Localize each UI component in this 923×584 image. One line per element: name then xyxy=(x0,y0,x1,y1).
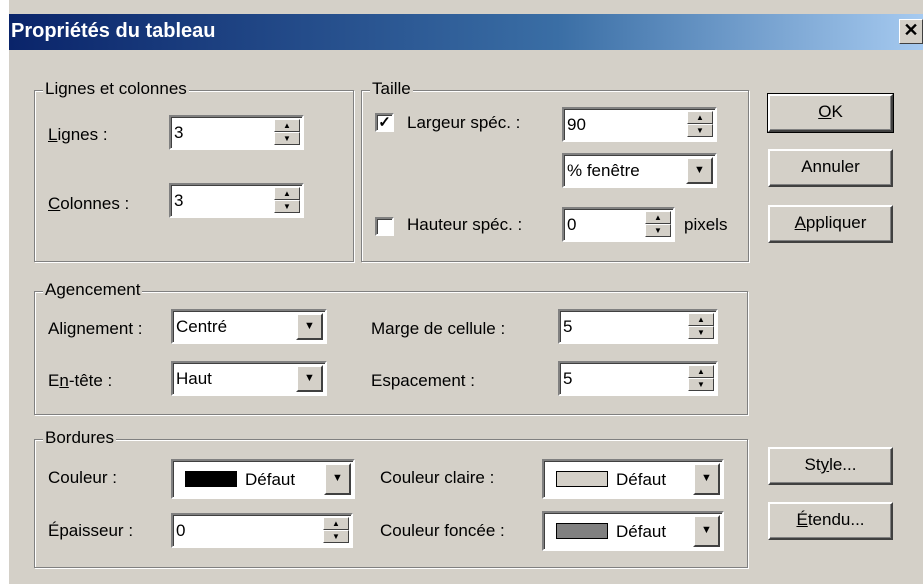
window-title: Propriétés du tableau xyxy=(11,20,216,42)
padding-spinner[interactable]: ▲ ▼ xyxy=(688,313,714,340)
color-swatch xyxy=(556,471,608,487)
height-unit-label: pixels xyxy=(684,215,728,234)
width-input[interactable]: 90 ▲ ▼ xyxy=(562,107,717,142)
dropdown-arrow-icon[interactable]: ▼ xyxy=(686,157,713,184)
ok-button[interactable]: OK xyxy=(767,93,894,133)
light-color-label: Couleur claire : xyxy=(380,468,495,487)
thickness-label: Épaisseur : xyxy=(48,521,134,540)
spin-up-icon: ▲ xyxy=(274,187,300,200)
height-spinner[interactable]: ▲ ▼ xyxy=(645,211,671,238)
columns-label: Colonnes : xyxy=(48,194,130,213)
spin-up-icon: ▲ xyxy=(274,119,300,132)
width-checkbox[interactable]: ✓ xyxy=(375,113,394,132)
dropdown-arrow-icon[interactable]: ▼ xyxy=(693,515,720,547)
cell-padding-input[interactable]: 5 ▲ ▼ xyxy=(558,309,718,344)
close-icon: ✕ xyxy=(903,20,919,40)
spacing-label: Espacement : xyxy=(371,371,475,390)
group-legend: Agencement xyxy=(43,280,143,300)
group-legend: Lignes et colonnes xyxy=(43,79,189,99)
thickness-input[interactable]: 0 ▲ ▼ xyxy=(171,513,353,548)
apply-button[interactable]: Appliquer xyxy=(768,205,893,243)
spin-down-icon: ▼ xyxy=(688,378,714,391)
group-size: Taille ✓ Largeur spéc. : 90 ▲ ▼ % fenêtre… xyxy=(361,79,749,262)
title-bar[interactable]: Propriétés du tableau ✕ xyxy=(9,14,923,50)
dropdown-arrow-icon[interactable]: ▼ xyxy=(693,463,720,495)
color-swatch xyxy=(556,523,608,539)
spin-up-icon: ▲ xyxy=(323,517,349,530)
light-color-select[interactable]: Défaut ▼ xyxy=(542,459,724,499)
width-label: Largeur spéc. : xyxy=(407,113,521,132)
rows-spinner[interactable]: ▲ ▼ xyxy=(274,119,300,146)
spacing-spinner[interactable]: ▲ ▼ xyxy=(688,365,714,392)
header-select[interactable]: Haut ▼ xyxy=(171,361,327,396)
width-spinner[interactable]: ▲ ▼ xyxy=(687,111,713,138)
header-label: En-tête : xyxy=(48,371,113,390)
height-input[interactable]: 0 ▲ ▼ xyxy=(562,207,675,242)
dropdown-arrow-icon[interactable]: ▼ xyxy=(296,365,323,392)
spin-down-icon: ▼ xyxy=(645,224,671,237)
spacing-input[interactable]: 5 ▲ ▼ xyxy=(558,361,718,396)
group-legend: Taille xyxy=(370,79,413,99)
spin-up-icon: ▲ xyxy=(645,211,671,224)
alignment-label: Alignement : xyxy=(48,319,143,338)
spin-up-icon: ▲ xyxy=(687,111,713,124)
height-label: Hauteur spéc. : xyxy=(407,215,523,234)
columns-spinner[interactable]: ▲ ▼ xyxy=(274,187,300,214)
group-borders: Bordures Couleur : Défaut ▼ Épaisseur : … xyxy=(34,428,748,568)
dark-color-select[interactable]: Défaut ▼ xyxy=(542,511,724,551)
check-icon: ✓ xyxy=(378,114,391,131)
cancel-button[interactable]: Annuler xyxy=(768,149,893,187)
spin-down-icon: ▼ xyxy=(274,200,300,213)
spin-up-icon: ▲ xyxy=(688,365,714,378)
border-color-label: Couleur : xyxy=(48,468,117,487)
spin-up-icon: ▲ xyxy=(688,313,714,326)
group-layout: Agencement Alignement : Centré ▼ En-tête… xyxy=(34,280,748,415)
alignment-select[interactable]: Centré ▼ xyxy=(171,309,327,344)
group-legend: Bordures xyxy=(43,428,116,448)
cell-padding-label: Marge de cellule : xyxy=(371,319,506,338)
spin-down-icon: ▼ xyxy=(688,326,714,339)
columns-input[interactable]: 3 ▲ ▼ xyxy=(169,183,304,218)
dialog-window: Propriétés du tableau ✕ Lignes et colonn… xyxy=(0,0,923,584)
rows-label: Lignes : xyxy=(48,125,108,144)
dialog-body: Lignes et colonnes Lignes : 3 ▲ ▼ Colonne… xyxy=(9,50,923,584)
height-checkbox[interactable] xyxy=(375,217,394,236)
width-unit-select[interactable]: % fenêtre ▼ xyxy=(562,153,717,188)
spin-down-icon: ▼ xyxy=(274,132,300,145)
group-lines-columns: Lignes et colonnes Lignes : 3 ▲ ▼ Colonne… xyxy=(34,79,354,262)
border-color-select[interactable]: Défaut ▼ xyxy=(171,459,355,499)
color-swatch xyxy=(185,471,237,487)
rows-input[interactable]: 3 ▲ ▼ xyxy=(169,115,304,150)
spin-down-icon: ▼ xyxy=(323,530,349,543)
background-edge xyxy=(0,0,9,584)
dropdown-arrow-icon[interactable]: ▼ xyxy=(296,313,323,340)
thickness-spinner[interactable]: ▲ ▼ xyxy=(323,517,349,544)
style-button[interactable]: Style... xyxy=(768,447,893,485)
extended-button[interactable]: Étendu... xyxy=(768,502,893,540)
dark-color-label: Couleur foncée : xyxy=(380,521,505,540)
dropdown-arrow-icon[interactable]: ▼ xyxy=(324,463,351,495)
spin-down-icon: ▼ xyxy=(687,124,713,137)
close-button[interactable]: ✕ xyxy=(899,19,923,44)
